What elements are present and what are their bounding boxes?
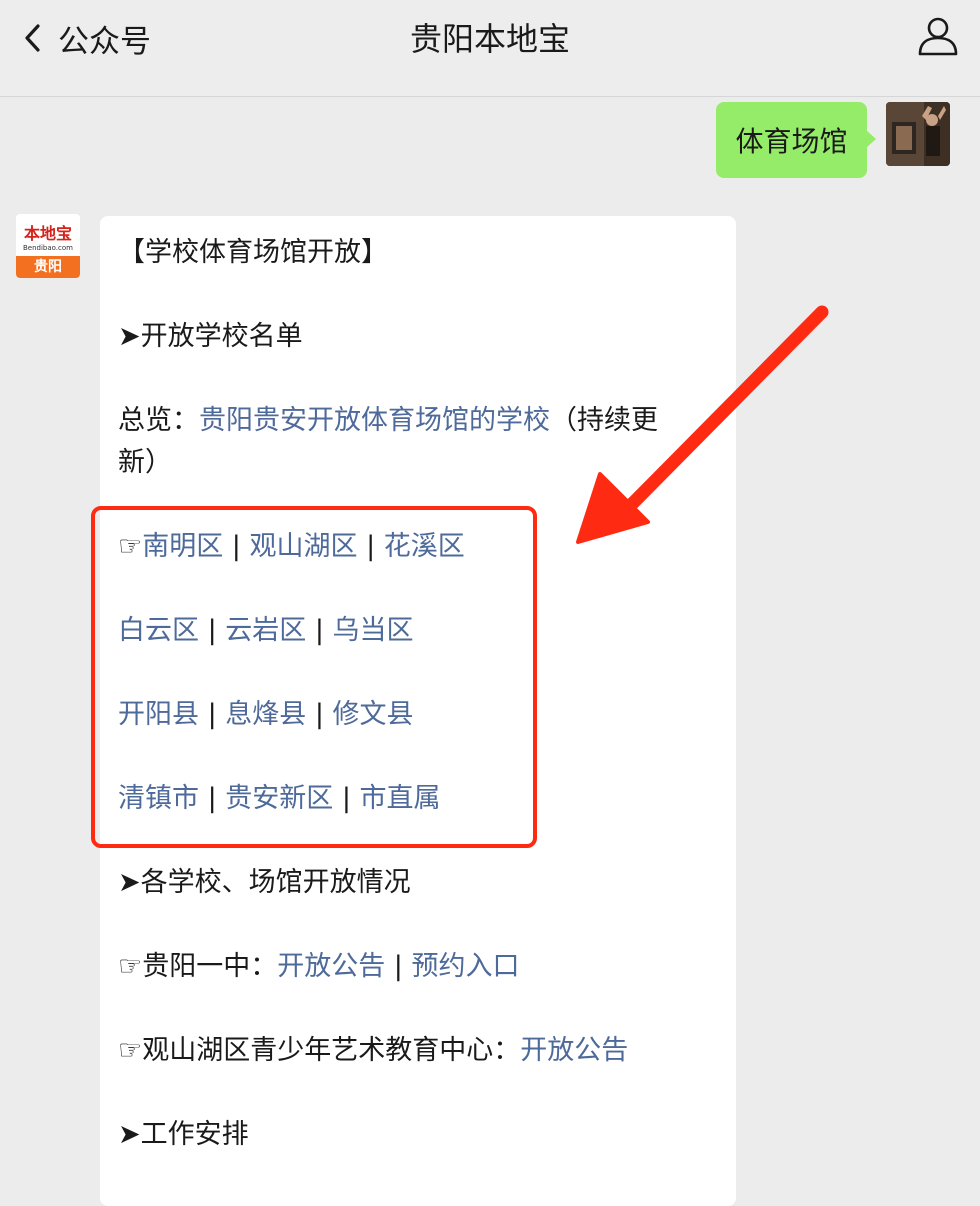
announcement-link[interactable]: 开放公告 bbox=[277, 951, 385, 982]
red-arrow-annotation bbox=[576, 305, 829, 544]
school-name: 观山湖区青少年艺术教育中心： bbox=[142, 1035, 521, 1066]
sent-message-bubble[interactable]: 体育场馆 bbox=[716, 102, 867, 178]
school-name: 贵阳一中： bbox=[142, 951, 278, 982]
separator: | bbox=[385, 951, 412, 982]
section-work-arrangement: ➤工作安排 bbox=[118, 1119, 249, 1150]
logo-url: Bendibao.com bbox=[22, 244, 73, 252]
section-venue-status: ➤各学校、场馆开放情况 bbox=[118, 867, 411, 898]
announcement-link[interactable]: 开放公告 bbox=[520, 1035, 628, 1066]
user-avatar-image bbox=[886, 102, 950, 166]
overview-suffix-line: 新） bbox=[118, 447, 172, 478]
booking-link[interactable]: 预约入口 bbox=[411, 951, 519, 982]
hand-pointer: ☞ bbox=[118, 1035, 143, 1066]
sent-bubble-tail bbox=[866, 130, 876, 148]
school-line: ☞观山湖区青少年艺术教育中心：开放公告 bbox=[118, 1030, 628, 1072]
highlight-box bbox=[91, 506, 537, 848]
top-bar: 公众号 贵阳本地宝 bbox=[0, 0, 980, 97]
official-account-avatar[interactable]: 本地宝 Bendibao.com 贵阳 bbox=[16, 214, 80, 278]
section-school-list: ➤开放学校名单 bbox=[118, 321, 303, 352]
logo-text: 本地宝 bbox=[23, 224, 72, 243]
overview-prefix: 总览： bbox=[118, 405, 199, 436]
school-line: ☞贵阳一中：开放公告 | 预约入口 bbox=[118, 946, 519, 988]
sent-message-text: 体育场馆 bbox=[735, 125, 848, 158]
page-title: 贵阳本地宝 bbox=[409, 20, 570, 58]
user-icon[interactable] bbox=[916, 14, 960, 58]
overview-link[interactable]: 贵阳贵安开放体育场馆的学校 bbox=[199, 405, 550, 436]
user-avatar[interactable] bbox=[886, 102, 950, 166]
logo-city: 贵阳 bbox=[16, 256, 80, 278]
hand-pointer: ☞ bbox=[118, 951, 143, 982]
reply-heading: 【学校体育场馆开放】 bbox=[118, 237, 388, 268]
